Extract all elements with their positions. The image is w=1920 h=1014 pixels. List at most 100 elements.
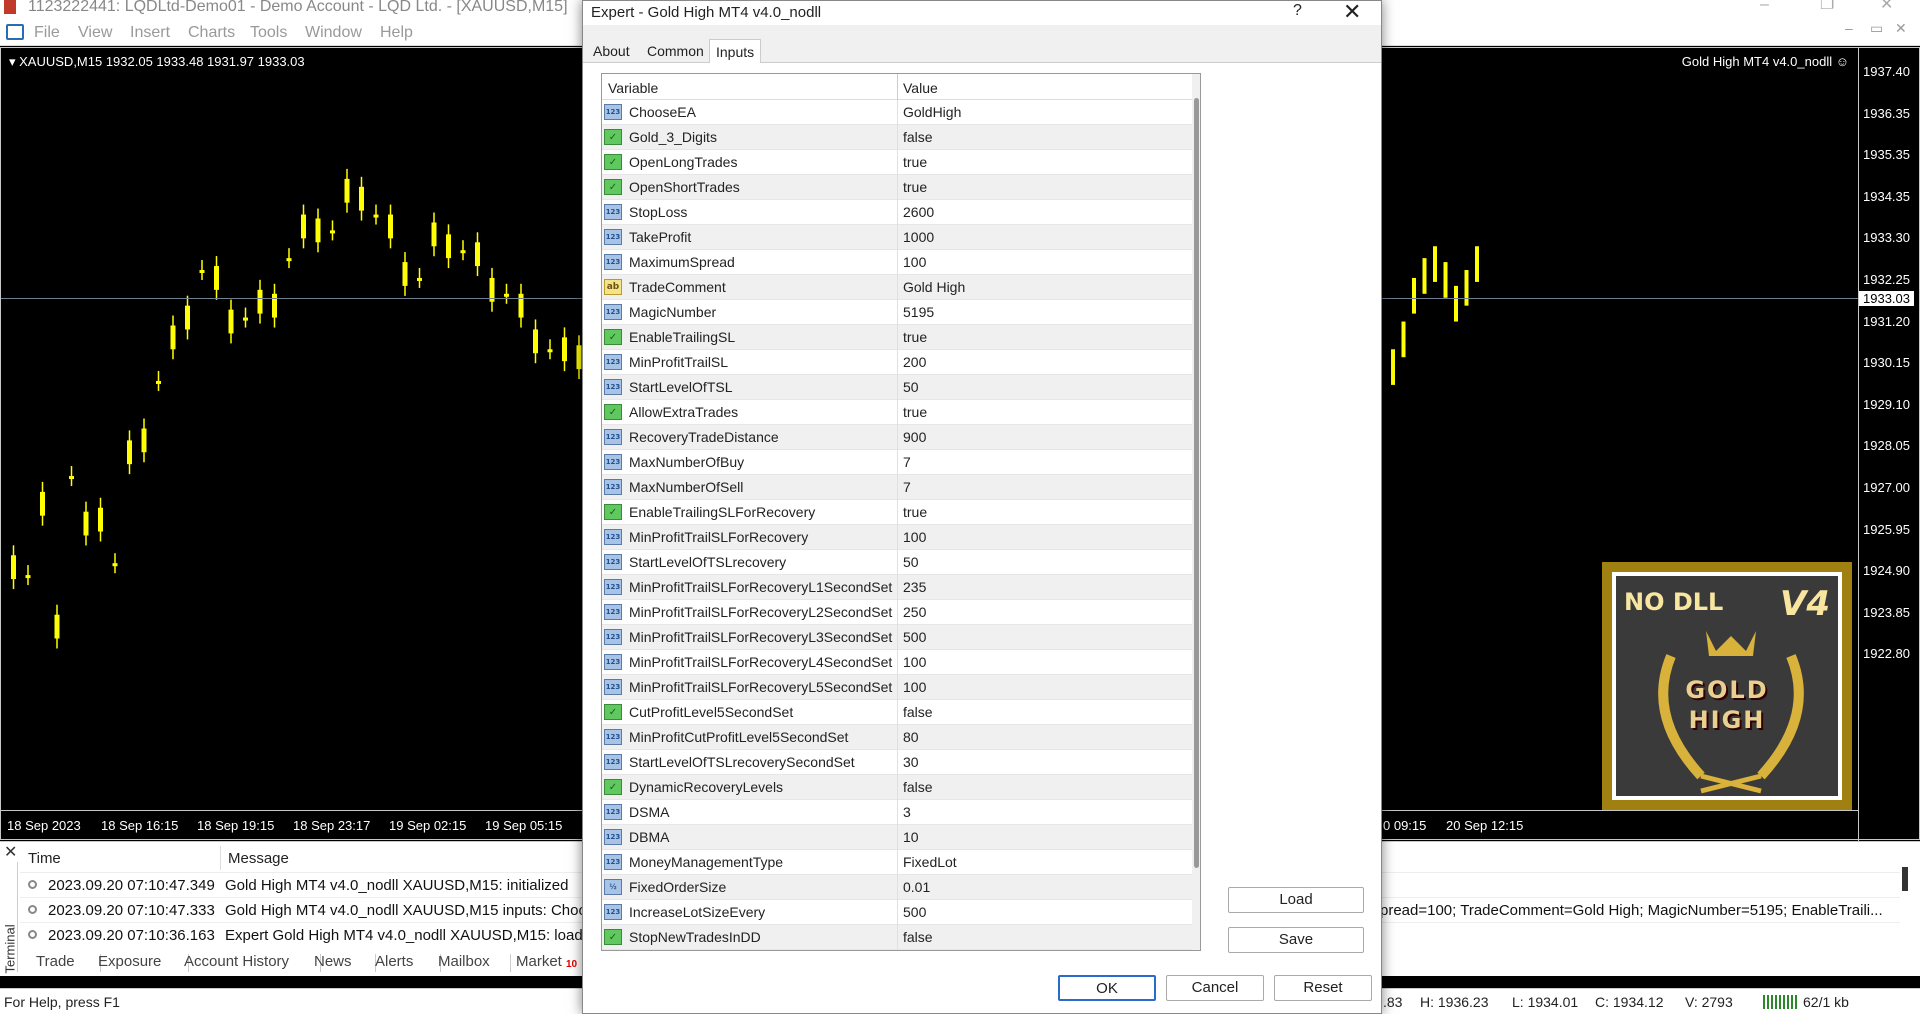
terminal-scrollbar[interactable] (1902, 867, 1908, 891)
reset-button[interactable]: Reset (1274, 975, 1372, 1001)
param-value[interactable]: true (903, 504, 927, 520)
param-value[interactable]: FixedLot (903, 854, 957, 870)
close-window-icon[interactable]: ✕ (1880, 0, 1893, 13)
param-value[interactable]: GoldHigh (903, 104, 961, 120)
ok-button[interactable]: OK (1058, 975, 1156, 1001)
param-row[interactable]: 123 MinProfitTrailSL 200 (602, 350, 1192, 375)
param-value[interactable]: false (903, 704, 933, 720)
param-value[interactable]: 5195 (903, 304, 934, 320)
child-close-icon[interactable]: ✕ (1895, 20, 1907, 37)
cancel-button[interactable]: Cancel (1166, 975, 1264, 1001)
col-time-header[interactable]: Time (28, 850, 61, 867)
param-value[interactable]: 100 (903, 679, 926, 695)
param-value[interactable]: 7 (903, 454, 911, 470)
param-row[interactable]: 123 MagicNumber 5195 (602, 300, 1192, 325)
param-row[interactable]: ab TradeComment Gold High (602, 275, 1192, 300)
param-row[interactable]: 123 StopLoss 2600 (602, 200, 1192, 225)
param-row[interactable]: 123 TakeProfit 1000 (602, 225, 1192, 250)
tab-inputs[interactable]: Inputs (709, 39, 762, 63)
grid-scrollbar[interactable] (1192, 74, 1200, 950)
menu-window[interactable]: Window (305, 24, 362, 42)
tab-common[interactable]: Common (643, 43, 708, 59)
param-row[interactable]: ✓ EnableTrailingSLForRecovery true (602, 500, 1192, 525)
param-value[interactable]: 7 (903, 479, 911, 495)
param-value[interactable]: 0.01 (903, 879, 930, 895)
tab-news[interactable]: News (314, 953, 352, 970)
param-value[interactable]: 500 (903, 904, 926, 920)
param-value[interactable]: 250 (903, 604, 926, 620)
param-row[interactable]: 123 MaxNumberOfBuy 7 (602, 450, 1192, 475)
restore-icon[interactable]: ❐ (1820, 0, 1834, 13)
param-row[interactable]: ½ FixedOrderSize 0.01 (602, 875, 1192, 900)
tab-about[interactable]: About (589, 43, 634, 59)
param-value[interactable]: 1000 (903, 229, 934, 245)
param-value[interactable]: true (903, 154, 927, 170)
param-row[interactable]: ✓ EnableTrailingSL true (602, 325, 1192, 350)
param-value[interactable]: true (903, 404, 927, 420)
param-row[interactable]: 123 MinProfitTrailSLForRecovery 100 (602, 525, 1192, 550)
param-value[interactable]: 100 (903, 529, 926, 545)
tab-exposure[interactable]: Exposure (98, 953, 161, 970)
param-row[interactable]: 123 MinProfitCutProfitLevel5SecondSet 80 (602, 725, 1192, 750)
param-value[interactable]: 3 (903, 804, 911, 820)
param-row[interactable]: 123 DBMA 10 (602, 825, 1192, 850)
param-row[interactable]: 123 MinProfitTrailSLForRecoveryL2SecondSe… (602, 600, 1192, 625)
param-row[interactable]: ✓ CutProfitLevel5SecondSet false (602, 700, 1192, 725)
param-value[interactable]: true (903, 329, 927, 345)
param-row[interactable]: 123 DSMA 3 (602, 800, 1192, 825)
param-row[interactable]: 123 MinProfitTrailSLForRecoveryL3SecondSe… (602, 625, 1192, 650)
menu-view[interactable]: View (78, 24, 112, 42)
param-value[interactable]: false (903, 779, 933, 795)
param-row[interactable]: 123 MinProfitTrailSLForRecoveryL4SecondSe… (602, 650, 1192, 675)
param-row[interactable]: 123 ChooseEA GoldHigh (602, 100, 1192, 125)
param-row[interactable]: 123 StartLevelOfTSLrecovery 50 (602, 550, 1192, 575)
chart-menu-icon[interactable] (6, 24, 24, 40)
param-row[interactable]: ✓ OpenShortTrades true (602, 175, 1192, 200)
scrollbar-thumb[interactable] (1194, 98, 1199, 868)
menu-tools[interactable]: Tools (250, 24, 287, 42)
menu-file[interactable]: File (34, 24, 60, 42)
close-icon[interactable]: ✕ (1343, 0, 1361, 25)
param-value[interactable]: 2600 (903, 204, 934, 220)
param-row[interactable]: ✓ OpenLongTrades true (602, 150, 1192, 175)
param-value[interactable]: 100 (903, 254, 926, 270)
tab-account-history[interactable]: Account History (184, 953, 289, 970)
tab-mailbox[interactable]: Mailbox (438, 953, 490, 970)
param-value[interactable]: 500 (903, 629, 926, 645)
minimize-icon[interactable]: – (1760, 0, 1769, 13)
param-value[interactable]: false (903, 129, 933, 145)
menu-help[interactable]: Help (380, 24, 413, 42)
param-value[interactable]: 50 (903, 379, 919, 395)
help-icon[interactable]: ? (1293, 2, 1302, 20)
param-row[interactable]: 123 IncreaseLotSizeEvery 500 (602, 900, 1192, 925)
param-value[interactable]: 50 (903, 554, 919, 570)
child-restore-icon[interactable]: ▭ (1870, 20, 1883, 37)
save-button[interactable]: Save (1228, 927, 1364, 953)
param-row[interactable]: 123 MoneyManagementType FixedLot (602, 850, 1192, 875)
param-row[interactable]: ✓ DynamicRecoveryLevels false (602, 775, 1192, 800)
param-value[interactable]: false (903, 929, 933, 945)
param-row[interactable]: ✓ StopNewTradesInDD false (602, 925, 1192, 950)
param-row[interactable]: ✓ Gold_3_Digits false (602, 125, 1192, 150)
menu-charts[interactable]: Charts (188, 24, 235, 42)
param-value[interactable]: 235 (903, 579, 926, 595)
param-row[interactable]: 123 StartLevelOfTSL 50 (602, 375, 1192, 400)
menu-insert[interactable]: Insert (130, 24, 170, 42)
col-variable-header[interactable]: Variable (608, 80, 658, 96)
param-row[interactable]: 123 MaximumSpread 100 (602, 250, 1192, 275)
param-row[interactable]: ✓ AllowExtraTrades true (602, 400, 1192, 425)
tab-market[interactable]: Market (516, 953, 562, 970)
param-row[interactable]: 123 RecoveryTradeDistance 900 (602, 425, 1192, 450)
tab-alerts[interactable]: Alerts (375, 953, 413, 970)
param-value[interactable]: 200 (903, 354, 926, 370)
param-row[interactable]: 123 MinProfitTrailSLForRecoveryL1SecondSe… (602, 575, 1192, 600)
col-value-header[interactable]: Value (903, 80, 938, 96)
load-button[interactable]: Load (1228, 887, 1364, 913)
terminal-close-icon[interactable]: ✕ (4, 842, 17, 862)
tab-trade[interactable]: Trade (36, 953, 75, 970)
col-message-header[interactable]: Message (228, 850, 289, 867)
param-row[interactable]: 123 StartLevelOfTSLrecoverySecondSet 30 (602, 750, 1192, 775)
param-value[interactable]: 30 (903, 754, 919, 770)
param-value[interactable]: 80 (903, 729, 919, 745)
param-value[interactable]: 10 (903, 829, 919, 845)
